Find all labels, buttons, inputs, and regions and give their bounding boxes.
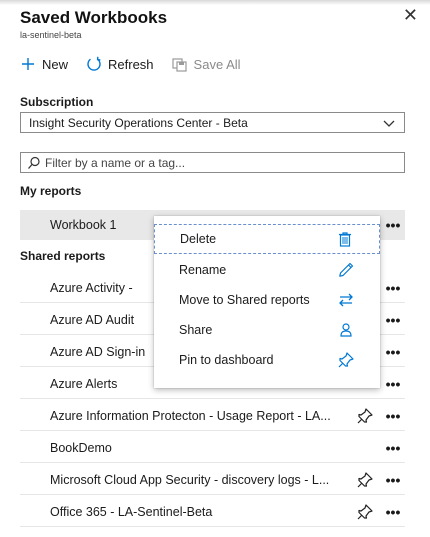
workbook-name: Azure Information Protecton - Usage Repo… — [50, 408, 331, 423]
context-menu-label: Pin to dashboard — [179, 353, 274, 367]
share-icon — [337, 321, 355, 339]
my-reports-heading: My reports — [20, 184, 82, 198]
filter-placeholder: Filter by a name or a tag... — [45, 155, 186, 170]
pin-icon — [337, 351, 355, 369]
refresh-button[interactable]: Refresh — [86, 56, 154, 72]
context-menu-label: Rename — [179, 263, 227, 277]
context-menu-share[interactable]: Share — [154, 315, 380, 345]
context-menu-label: Delete — [180, 232, 217, 246]
filter-input[interactable]: Filter by a name or a tag... — [20, 152, 405, 173]
more-options-button[interactable]: ••• — [381, 217, 405, 233]
pinned-icon[interactable] — [357, 471, 373, 488]
context-menu-pin-to-dashboard[interactable]: Pin to dashboard — [154, 345, 380, 375]
save-all-button[interactable]: Save All — [171, 56, 241, 72]
shared-reports-heading: Shared reports — [20, 249, 106, 263]
refresh-icon — [86, 56, 102, 72]
context-menu-label: Move to Shared reports — [179, 293, 310, 307]
close-button[interactable]: ✕ — [403, 6, 418, 24]
save-all-icon — [171, 56, 188, 72]
workbook-row-office-365[interactable]: Office 365 - LA-Sentinel-Beta ••• — [20, 497, 405, 527]
toolbar: New Refresh Save All — [20, 55, 259, 73]
panel-top-shadow — [0, 0, 430, 5]
more-options-button[interactable]: ••• — [381, 504, 405, 520]
chevron-down-icon — [382, 116, 396, 130]
new-button[interactable]: New — [20, 56, 68, 72]
workbook-name: BookDemo — [50, 440, 112, 455]
pinned-icon[interactable] — [357, 503, 373, 520]
context-menu-label: Share — [179, 323, 213, 337]
panel-subtitle: la-sentinel-beta — [20, 30, 82, 40]
workbook-row-bookdemo[interactable]: BookDemo ••• — [20, 433, 405, 463]
subscription-label: Subscription — [20, 95, 94, 109]
save-all-button-label: Save All — [193, 56, 241, 72]
more-options-button[interactable]: ••• — [381, 440, 405, 456]
plus-icon — [20, 56, 36, 72]
new-button-label: New — [42, 56, 69, 72]
pinned-icon[interactable] — [357, 407, 373, 424]
workbook-row-microsoft-cloud-app-security[interactable]: Microsoft Cloud App Security - discovery… — [20, 465, 405, 495]
workbook-name: Office 365 - LA-Sentinel-Beta — [50, 504, 213, 519]
trash-icon — [336, 230, 354, 248]
subscription-dropdown[interactable]: Insight Security Operations Center - Bet… — [20, 112, 405, 133]
more-options-button[interactable]: ••• — [381, 408, 405, 424]
workbook-name: Microsoft Cloud App Security - discovery… — [50, 472, 330, 487]
context-menu-rename[interactable]: Rename — [154, 255, 380, 285]
refresh-button-label: Refresh — [108, 56, 154, 72]
search-icon — [27, 156, 41, 170]
workbook-row-azure-information-protection[interactable]: Azure Information Protecton - Usage Repo… — [20, 401, 405, 431]
more-options-button[interactable]: ••• — [381, 472, 405, 488]
pencil-icon — [337, 261, 355, 279]
context-menu: Delete Rename Move to Shared reports Sha… — [154, 216, 380, 388]
subscription-value: Insight Security Operations Center - Bet… — [29, 115, 248, 130]
more-options-button[interactable]: ••• — [381, 312, 405, 328]
context-menu-move-to-shared[interactable]: Move to Shared reports — [154, 285, 380, 315]
panel-title: Saved Workbooks — [20, 8, 168, 27]
swap-arrows-icon — [337, 291, 355, 309]
context-menu-delete[interactable]: Delete — [154, 224, 380, 254]
more-options-button[interactable]: ••• — [381, 280, 405, 296]
more-options-button[interactable]: ••• — [381, 376, 405, 392]
more-options-button[interactable]: ••• — [381, 344, 405, 360]
